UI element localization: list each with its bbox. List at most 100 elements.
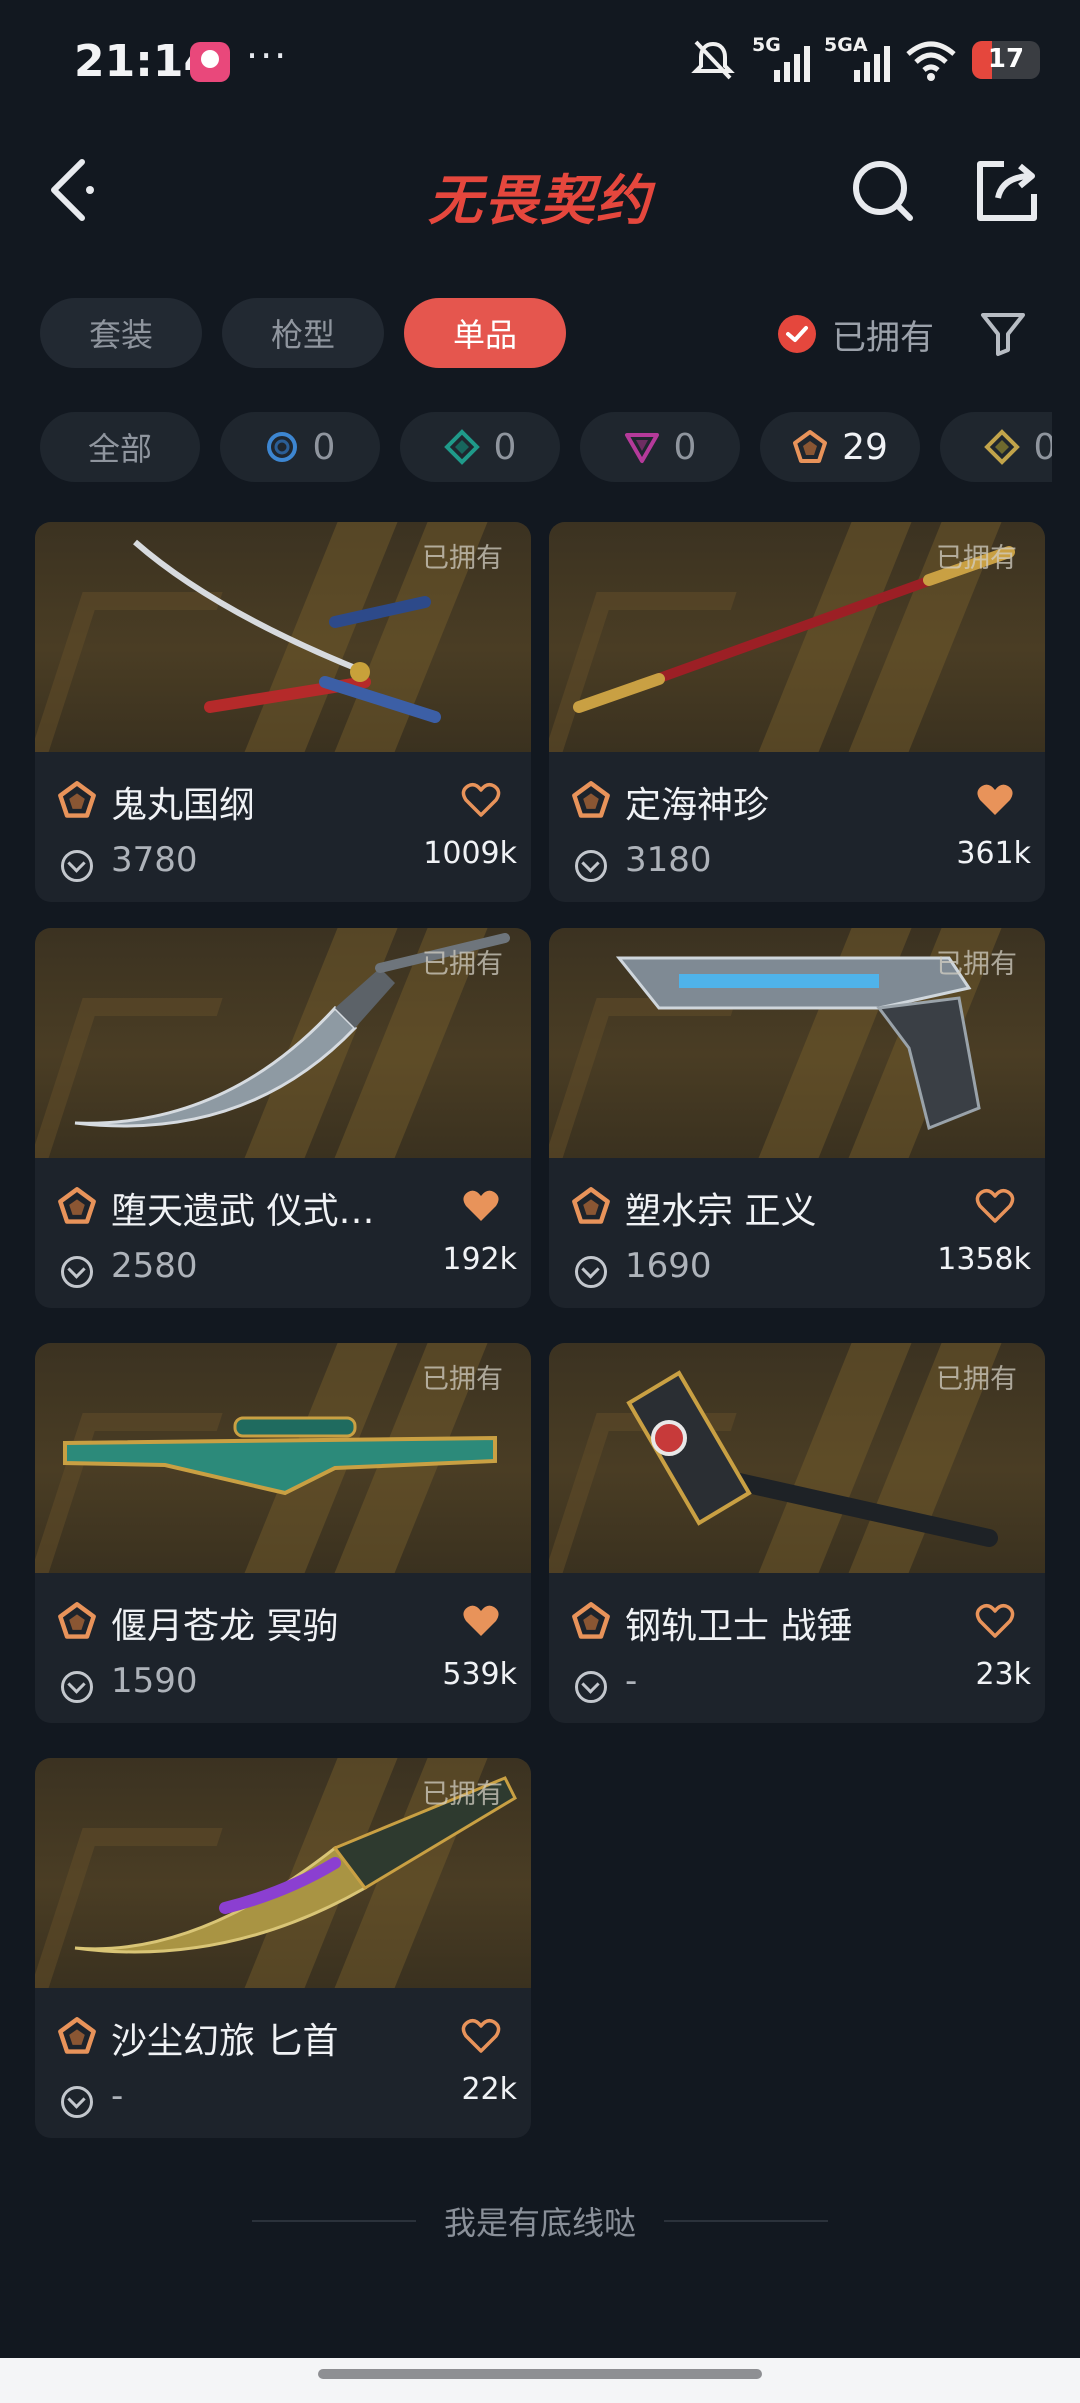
item-art: 已拥有: [35, 928, 531, 1158]
more-notifications-icon: ···: [246, 34, 289, 78]
status-indicators: 5G 5GA 17: [688, 34, 1040, 86]
item-price: 1690: [625, 1246, 712, 1286]
owned-tag: 已拥有: [422, 1364, 503, 1395]
chip-count: 29: [842, 426, 888, 468]
favorite-heart-filled-icon[interactable]: [975, 782, 1015, 818]
orange-pentagon-rarity-icon: [793, 430, 828, 463]
item-name: 鬼丸国纲: [111, 785, 256, 826]
item-art: 已拥有: [549, 522, 1045, 752]
filter-icon[interactable]: [978, 308, 1028, 358]
chip-exclusive-tier[interactable]: 29: [760, 412, 920, 482]
exclusive-rarity-icon: [58, 1187, 96, 1224]
item-likes: 1009k: [423, 836, 517, 871]
valorant-points-icon: [61, 850, 93, 882]
chip-all[interactable]: 全部: [40, 412, 200, 482]
exclusive-rarity-icon: [572, 1187, 610, 1224]
chip-count: 0: [673, 426, 697, 468]
item-likes: 1358k: [937, 1242, 1031, 1277]
owned-tag: 已拥有: [936, 1364, 1017, 1395]
cellular-signal-2-icon: 5GA: [824, 34, 890, 82]
item-name: 堕天遗武 仪式…: [111, 1191, 375, 1232]
favorite-heart-outline-icon[interactable]: [461, 2018, 501, 2054]
purple-triangle-rarity-icon: [624, 433, 659, 463]
owned-tag: 已拥有: [422, 949, 503, 980]
item-art: 已拥有: [35, 1343, 531, 1573]
chip-count: 0: [312, 426, 336, 468]
chip-premium-tier[interactable]: 0: [580, 412, 740, 482]
chip-count: 0: [493, 426, 517, 468]
item-card[interactable]: 已拥有 定海神珍 3180 361k: [549, 522, 1045, 902]
favorite-heart-outline-icon[interactable]: [975, 1188, 1015, 1224]
battery-level: 17: [987, 44, 1025, 74]
item-card[interactable]: 已拥有 偃月苍龙 冥驹 1590 539k: [35, 1343, 531, 1723]
valorant-points-icon: [61, 1671, 93, 1703]
item-name: 塑水宗 正义: [625, 1191, 817, 1232]
home-indicator[interactable]: [318, 2369, 762, 2379]
search-icon[interactable]: [846, 152, 922, 228]
valorant-points-icon: [575, 850, 607, 882]
item-price: -: [625, 1661, 638, 1701]
item-card[interactable]: 已拥有 堕天遗武 仪式… 2580 192k: [35, 928, 531, 1308]
checkmark-icon: [778, 315, 816, 353]
chip-select-tier[interactable]: 0: [220, 412, 380, 482]
item-art: 已拥有: [549, 1343, 1045, 1573]
status-bar: 21:14 ··· 5G 5GA 17: [0, 0, 1080, 120]
end-of-list: 我是有底线哒: [0, 2196, 1080, 2246]
exclusive-rarity-icon: [58, 1602, 96, 1639]
tab-gun-types[interactable]: 枪型: [222, 298, 384, 368]
item-name: 钢轨卫士 战锤: [625, 1606, 853, 1647]
item-price: 3180: [625, 840, 712, 880]
valorant-points-icon: [61, 2086, 93, 2118]
divider: [251, 2220, 416, 2222]
item-art: 已拥有: [549, 928, 1045, 1158]
chip-all-label: 全部: [87, 430, 152, 468]
chip-count: 0: [1033, 426, 1052, 468]
item-card[interactable]: 已拥有 鬼丸国纲 3780 1009k: [35, 522, 531, 902]
item-name: 偃月苍龙 冥驹: [111, 1606, 339, 1647]
item-likes: 539k: [442, 1657, 517, 1692]
favorite-heart-filled-icon[interactable]: [461, 1603, 501, 1639]
teal-diamond-rarity-icon: [443, 429, 480, 465]
system-nav-bar: [0, 2358, 1080, 2403]
owned-filter-label: 已拥有: [832, 317, 934, 358]
item-card[interactable]: 已拥有 沙尘幻旅 匕首 - 22k: [35, 1758, 531, 2138]
item-card[interactable]: 已拥有 塑水宗 正义 1690 1358k: [549, 928, 1045, 1308]
favorite-heart-outline-icon[interactable]: [461, 782, 501, 818]
favorite-heart-outline-icon[interactable]: [975, 1603, 1015, 1639]
item-likes: 23k: [975, 1657, 1031, 1692]
chip-deluxe-tier[interactable]: 0: [400, 412, 560, 482]
exclusive-rarity-icon: [572, 781, 610, 818]
tab-bundles[interactable]: 套装: [40, 298, 202, 368]
top-header: 无畏契约: [0, 130, 1080, 250]
item-price: 2580: [111, 1246, 198, 1286]
exclusive-rarity-icon: [572, 1602, 610, 1639]
exclusive-rarity-icon: [58, 781, 96, 818]
tab-single-items[interactable]: 单品: [404, 298, 566, 368]
mute-icon: [691, 40, 735, 80]
exclusive-rarity-icon: [58, 2017, 96, 2054]
item-price: 1590: [111, 1661, 198, 1701]
owned-filter-toggle[interactable]: 已拥有: [778, 308, 934, 360]
rarity-filter-chips: 全部 0 0 0 29 0: [40, 412, 1052, 482]
item-likes: 361k: [956, 836, 1031, 871]
valorant-points-icon: [61, 1256, 93, 1288]
valorant-points-icon: [575, 1671, 607, 1703]
item-price: 3780: [111, 840, 198, 880]
divider: [664, 2220, 828, 2222]
skin-collection-page: 21:14 ··· 5G 5GA 17 无畏契约 套装 枪型 单品 已拥有 全部…: [0, 0, 1080, 2403]
valorant-points-icon: [575, 1256, 607, 1288]
share-icon[interactable]: [968, 152, 1044, 228]
item-card[interactable]: 已拥有 钢轨卫士 战锤 - 23k: [549, 1343, 1045, 1723]
wifi-icon: [906, 41, 956, 81]
item-name: 定海神珍: [625, 785, 770, 826]
item-likes: 192k: [442, 1242, 517, 1277]
item-likes: 22k: [461, 2072, 517, 2107]
end-of-list-text: 我是有底线哒: [443, 2204, 636, 2242]
owned-tag: 已拥有: [422, 543, 503, 574]
item-art: 已拥有: [35, 522, 531, 752]
owned-tag: 已拥有: [936, 949, 1017, 980]
item-art: 已拥有: [35, 1758, 531, 1988]
owned-tag: 已拥有: [422, 1779, 503, 1810]
favorite-heart-filled-icon[interactable]: [461, 1188, 501, 1224]
chip-ultra-tier[interactable]: 0: [940, 412, 1052, 482]
